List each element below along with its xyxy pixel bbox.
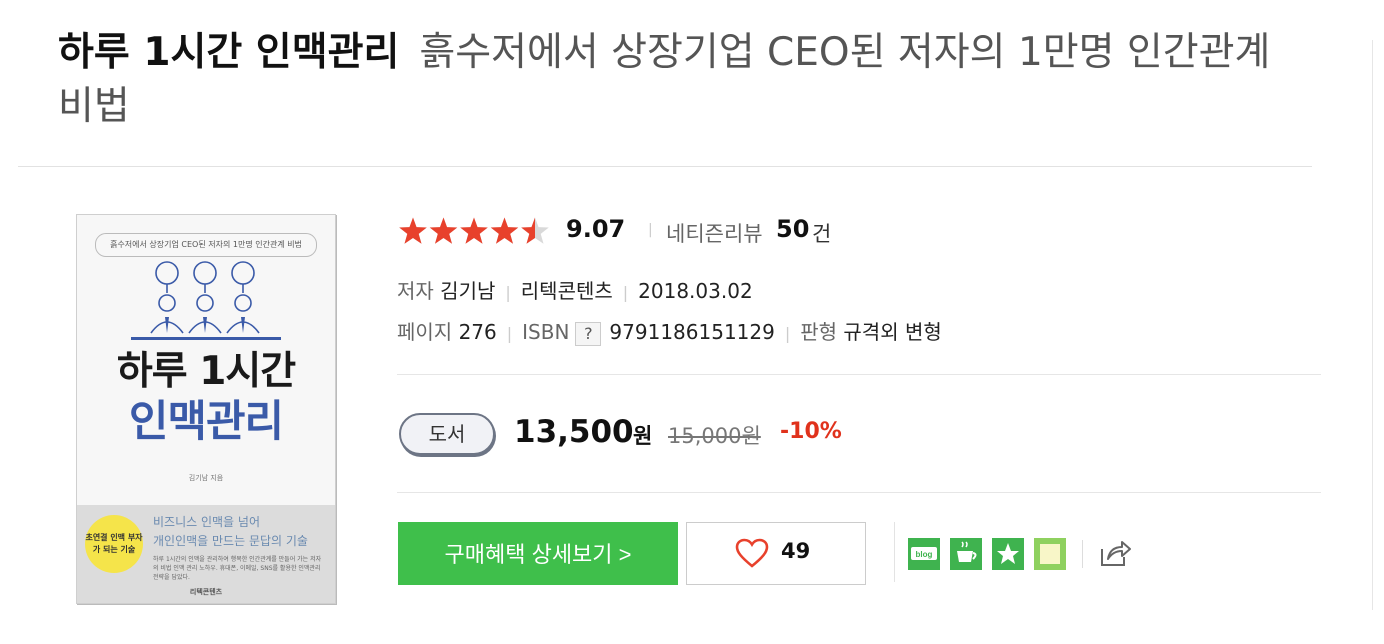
blog-icon[interactable]: blog <box>908 538 940 570</box>
rating-star <box>399 217 427 244</box>
right-divider <box>1372 40 1373 610</box>
price-unit: 원 <box>633 424 653 448</box>
separator: | <box>506 324 513 343</box>
publisher-link[interactable]: 리텍콘텐츠 <box>521 279 613 303</box>
separator: | <box>622 283 629 302</box>
share-export-icon[interactable] <box>1098 537 1132 569</box>
section-divider <box>397 492 1321 493</box>
cover-top-banner: 흙수저에서 상장기업 CEO된 저자의 1만명 인간관계 비법 <box>95 233 317 257</box>
rating-star <box>490 217 519 244</box>
purchase-benefits-button[interactable]: 구매혜택 상세보기 > <box>398 522 678 585</box>
cover-author: 김기남 지음 <box>188 474 224 482</box>
review-unit: 건 <box>812 222 832 246</box>
cover-slogan-line2: 개인인맥을 만드는 문답의 기술 <box>153 534 308 548</box>
people-network-icon <box>131 261 281 340</box>
cafe-icon[interactable] <box>950 538 982 570</box>
svg-text:blog: blog <box>916 550 933 559</box>
action-separator <box>894 522 895 582</box>
separator: | <box>505 283 511 302</box>
cover-publisher: 리텍콘텐츠 <box>189 588 223 596</box>
memo-icon[interactable] <box>1034 538 1066 570</box>
cover-slogan-line1: 비즈니스 인맥을 넘어 <box>153 515 260 529</box>
cover-badge-text: 초연결 인맥 부자가 되는 기술 <box>85 533 143 554</box>
section-divider <box>397 374 1321 375</box>
format-value: 규격외 변형 <box>843 320 942 344</box>
bookmark-star-icon[interactable] <box>992 538 1024 570</box>
pages-value: 276 <box>458 320 497 344</box>
cover-title-line2: 인맥관리 <box>128 397 284 447</box>
like-button[interactable]: 49 <box>686 522 866 585</box>
isbn-help-icon[interactable]: ? <box>575 321 602 346</box>
rating-star <box>429 217 458 244</box>
like-count: 49 <box>781 539 811 563</box>
cover-badge: 초연결 인맥 부자가 되는 기술 <box>85 515 143 573</box>
pages-label: 페이지 <box>397 320 453 344</box>
cover-small-text: 하루 1시간의 인맥을 관리하여 행복한 인간관계를 만들어 가는 저자의 비법… <box>153 556 322 581</box>
rating-star <box>460 217 488 244</box>
rating-star <box>521 217 549 244</box>
author-link[interactable]: 김기남 <box>440 279 495 303</box>
separator: | <box>648 222 653 238</box>
isbn-label: ISBN <box>522 320 570 344</box>
header-divider <box>18 166 1312 167</box>
book-cover-image[interactable]: 흙수저에서 상장기업 CEO된 저자의 1만명 인간관계 비법 하루 1시간 인… <box>76 214 336 604</box>
original-price: 15,000원 <box>668 424 761 448</box>
page-title: 하루 1시간 인맥관리 흙수저에서 상장기업 CEO된 저자의 1만명 인간관계 … <box>58 26 1318 134</box>
cover-slogan: 비즈니스 인맥을 넘어 개인인맥을 만드는 문답의 기술 <box>153 513 308 551</box>
book-title: 하루 1시간 인맥관리 <box>58 30 400 75</box>
review-count[interactable]: 50 <box>776 215 809 243</box>
share-separator <box>1082 540 1083 568</box>
discount-rate: -10% <box>780 419 842 444</box>
rating-stars <box>399 217 549 244</box>
sale-price: 13,500 <box>514 414 634 450</box>
meta-row-details: 페이지 276 | ISBN? 9791186151129 | 판형 규격외 변형 <box>397 316 942 346</box>
cover-title: 하루 1시간 인맥관리 <box>77 347 335 447</box>
heart-icon <box>735 538 769 568</box>
publish-date: 2018.03.02 <box>638 279 753 303</box>
product-type-badge: 도서 <box>399 413 495 455</box>
isbn-value: 9791186151129 <box>609 320 775 344</box>
meta-row-author: 저자 김기남 | 리텍콘텐츠 | 2018.03.02 <box>397 275 753 304</box>
format-label: 판형 <box>800 320 838 344</box>
review-label[interactable]: 네티즌리뷰 <box>666 218 763 248</box>
cover-title-line1: 하루 1시간 <box>116 349 296 394</box>
author-label: 저자 <box>397 279 434 303</box>
rating-score: 9.07 <box>566 215 626 243</box>
separator: | <box>784 324 791 343</box>
